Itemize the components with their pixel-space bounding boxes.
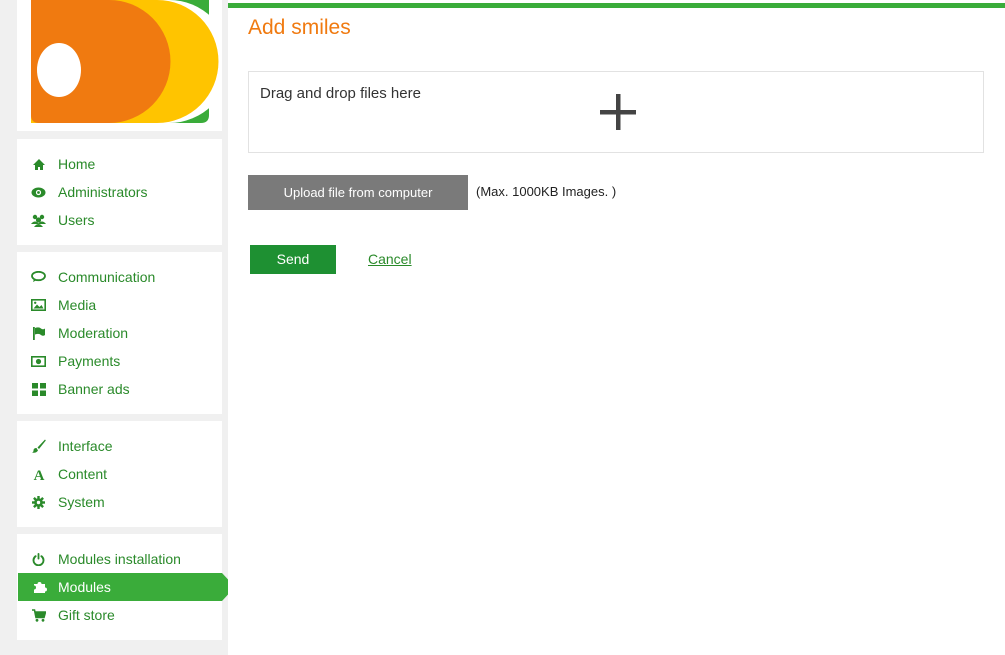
- sidebar-item-communication[interactable]: Communication: [17, 263, 222, 291]
- sidebar-item-modules-installation[interactable]: Modules installation: [17, 545, 222, 573]
- sidebar-item-label: Content: [58, 466, 108, 482]
- menu-group-main: Home Administrators Users: [17, 139, 222, 245]
- image-icon: [31, 298, 46, 312]
- flag-icon: [31, 326, 46, 340]
- sidebar-item-label: Gift store: [58, 607, 115, 623]
- file-dropzone[interactable]: Drag and drop files here: [248, 71, 984, 153]
- sidebar-item-modules[interactable]: Modules: [18, 573, 235, 601]
- main-content: Add smiles Drag and drop files here Uplo…: [228, 0, 1005, 655]
- cart-icon: [31, 608, 46, 622]
- sidebar-item-label: Modules installation: [58, 551, 181, 567]
- top-accent-bar: [228, 3, 1005, 8]
- sidebar-item-moderation[interactable]: Moderation: [17, 319, 222, 347]
- sidebar-item-system[interactable]: System: [17, 488, 222, 516]
- sidebar-item-label: Communication: [58, 269, 156, 285]
- money-icon: [31, 354, 46, 368]
- sidebar-item-label: Administrators: [58, 184, 148, 200]
- sidebar-item-gift-store[interactable]: Gift store: [17, 601, 222, 629]
- send-button[interactable]: Send: [250, 245, 336, 274]
- menu-group-modules: Modules installation Modules Gift store: [17, 534, 235, 640]
- logo[interactable]: [17, 0, 222, 131]
- upload-hint: (Max. 1000KB Images. ): [476, 184, 617, 199]
- cancel-link[interactable]: Cancel: [368, 251, 412, 267]
- menu-group-content: Communication Media Moderation Payments …: [17, 252, 222, 414]
- dropzone-text: Drag and drop files here: [260, 85, 421, 102]
- brand-logo-icon: [17, 0, 222, 131]
- chat-icon: [31, 270, 46, 284]
- puzzle-icon: [32, 580, 47, 594]
- gear-icon: [31, 495, 46, 509]
- font-icon: A: [31, 467, 46, 481]
- brush-icon: [31, 439, 46, 453]
- power-icon: [31, 552, 46, 566]
- sidebar: Home Administrators Users Communication: [0, 0, 235, 655]
- users-icon: [31, 213, 46, 227]
- sidebar-item-banner-ads[interactable]: Banner ads: [17, 375, 222, 403]
- upload-file-button[interactable]: Upload file from computer: [248, 175, 468, 210]
- sidebar-item-interface[interactable]: Interface: [17, 432, 222, 460]
- svg-text:A: A: [33, 468, 44, 481]
- sidebar-item-label: Banner ads: [58, 381, 130, 397]
- sidebar-item-payments[interactable]: Payments: [17, 347, 222, 375]
- sidebar-item-label: System: [58, 494, 105, 510]
- sidebar-item-label: Home: [58, 156, 96, 172]
- sidebar-item-administrators[interactable]: Administrators: [17, 178, 222, 206]
- sidebar-item-label: Media: [58, 297, 97, 313]
- sidebar-item-home[interactable]: Home: [17, 150, 222, 178]
- menu-group-settings: Interface A Content System: [17, 421, 222, 527]
- home-icon: [31, 157, 46, 171]
- grid-icon: [31, 382, 46, 396]
- page-title: Add smiles: [248, 16, 351, 39]
- sidebar-item-label: Users: [58, 212, 95, 228]
- sidebar-item-media[interactable]: Media: [17, 291, 222, 319]
- sidebar-item-label: Interface: [58, 438, 113, 454]
- sidebar-item-users[interactable]: Users: [17, 206, 222, 234]
- sidebar-item-label: Moderation: [58, 325, 129, 341]
- sidebar-item-content[interactable]: A Content: [17, 460, 222, 488]
- sidebar-item-label: Modules: [58, 579, 111, 595]
- eye-icon: [31, 185, 46, 199]
- sidebar-item-label: Payments: [58, 353, 121, 369]
- plus-icon: [600, 94, 636, 135]
